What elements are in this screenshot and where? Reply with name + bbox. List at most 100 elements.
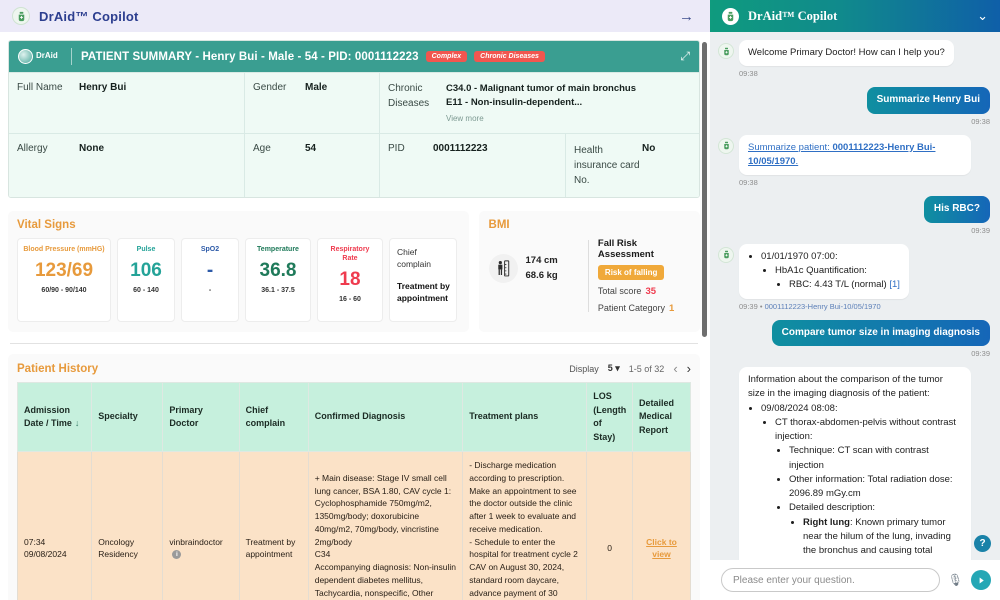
sort-arrow-icon[interactable]: ↓ (75, 418, 80, 428)
chat-message-welcome: Welcome Primary Doctor! How can I help y… (718, 40, 990, 78)
column-los[interactable]: LOS (Length of Stay) (587, 383, 633, 452)
chat-message-summarize-request: Summarize Henry Bui 09:38 (718, 87, 990, 126)
chief-complain-label: Chief complain (397, 246, 450, 271)
column-specialty[interactable]: Specialty (92, 383, 163, 452)
message-text: Welcome Primary Doctor! How can I help y… (739, 40, 954, 66)
field-insurance: Health insurance card No. No (566, 134, 699, 197)
column-confirmed-diagnosis[interactable]: Confirmed Diagnosis (308, 383, 463, 452)
height-value: 174 cm (526, 254, 558, 269)
list-item: Other information: Total radiation dose:… (789, 473, 962, 502)
section-divider (10, 343, 698, 344)
view-more-link[interactable]: View more (446, 113, 636, 125)
divider (588, 240, 589, 312)
list-item: CT thorax-abdomen-pelvis without contras… (775, 416, 962, 560)
click-to-view-link[interactable]: Click to view (646, 537, 677, 560)
external-link-icon[interactable]: ⤢ (680, 49, 690, 64)
patient-summary-header: DrAid PATIENT SUMMARY - Henry Bui - Male… (9, 41, 699, 72)
height-weight-icon (489, 254, 518, 283)
link-prefix: Summarize patient: (748, 142, 832, 153)
field-value: No (642, 143, 655, 188)
patient-category-row: Patient Category1 (598, 303, 691, 314)
rows-per-page-select[interactable]: 5 ▾ (608, 363, 620, 374)
patient-summary-title: PATIENT SUMMARY - Henry Bui - Male - 54 … (81, 51, 419, 63)
microphone-icon[interactable]: 🎙 (948, 573, 963, 587)
column-chief-complain[interactable]: Chief complain (239, 383, 308, 452)
patient-history-table: Admission Date / Time↓ Specialty Primary… (17, 382, 691, 600)
column-admission-date[interactable]: Admission Date / Time↓ (18, 383, 92, 452)
chat-message-list: Welcome Primary Doctor! How can I help y… (710, 32, 1000, 560)
chief-complain-value: Treatment by appointment (397, 280, 450, 305)
app-root: DrAid™ Copilot → DrAid PATIENT SUMMARY -… (0, 0, 1000, 600)
bmi-section: BMI (479, 211, 700, 332)
vital-value: 106 (130, 261, 162, 280)
collapse-right-icon[interactable]: → (679, 9, 698, 24)
summarize-patient-link[interactable]: Summarize patient: 0001112223-Henry Bui-… (748, 142, 935, 167)
citation-ref[interactable]: [1] (889, 279, 900, 290)
left-header-bar: DrAid™ Copilot → (0, 0, 710, 32)
table-row[interactable]: 07:34 09/08/2024 Oncology Residency vinb… (18, 452, 691, 600)
patient-summary-card: DrAid PATIENT SUMMARY - Henry Bui - Male… (8, 40, 700, 198)
patient-history-title: Patient History (17, 363, 98, 375)
cell-primary-doctor: vinbraindoctori (163, 452, 239, 600)
link-suffix: . (796, 156, 799, 167)
chat-header: DrAid™ Copilot ⌄ (710, 0, 1000, 32)
vital-value: - (207, 261, 213, 280)
vital-range: 60 - 140 (133, 287, 159, 294)
chat-message-imaging-result: Information about the comparison of the … (718, 367, 990, 560)
source-citation[interactable]: 0001112223-Henry Bui-10/05/1970 (765, 302, 881, 311)
column-primary-doctor[interactable]: Primary Doctor (163, 383, 239, 452)
message-body: Summarize patient: 0001112223-Henry Bui-… (739, 135, 971, 176)
help-question-icon[interactable]: ? (974, 535, 991, 552)
message-timestamp: 09:38 (739, 178, 990, 187)
message-body: 01/01/1970 07:00: HbA1c Quantification: … (739, 244, 909, 299)
chat-message-rbc-result: 01/01/1970 07:00: HbA1c Quantification: … (718, 244, 990, 311)
pagination-controls: Display 5 ▾ 1-5 of 32 ‹ › (569, 362, 691, 375)
total-score-row: Total score35 (598, 286, 691, 297)
column-detailed-report[interactable]: Detailed Medical Report (632, 383, 690, 452)
chevron-down-icon[interactable]: ⌄ (977, 8, 988, 24)
vital-label: Respiratory Rate (322, 246, 378, 264)
vital-card-spo2: SpO2 - - (181, 238, 239, 322)
vital-card-temperature: Temperature 36.8 36.1 - 37.5 (245, 238, 311, 322)
summary-row-1: Full Name Henry Bui Gender Male Chronic … (9, 72, 699, 133)
field-age: Age 54 (245, 134, 380, 197)
vital-label: Blood Pressure (mmHG) (23, 246, 104, 255)
chat-input-bar: 🎙 (710, 560, 1000, 600)
vital-value: 123/69 (35, 261, 93, 280)
chat-input[interactable] (721, 568, 940, 592)
vital-card-respiratory-rate: Respiratory Rate 18 16 - 60 (317, 238, 383, 322)
status-badge-chronic: Chronic Diseases (474, 51, 545, 62)
field-pid: PID 0001112223 (380, 134, 566, 197)
field-label: Gender (253, 82, 305, 124)
field-label: Allergy (17, 143, 79, 188)
left-scrollbar[interactable] (702, 42, 707, 337)
chronic-line-2: E11 - Non-insulin-dependent... (446, 97, 582, 108)
field-label: Chronic Diseases (388, 82, 446, 124)
field-value: None (79, 143, 104, 188)
vital-range: 16 - 60 (339, 296, 361, 303)
summary-row-2: Allergy None Age 54 PID 0001112223 Healt… (9, 133, 699, 197)
list-item: 09/08/2024 08:08: CT thorax-abdomen-pelv… (761, 402, 962, 561)
message-timestamp: 09:39 (718, 226, 990, 235)
field-gender: Gender Male (245, 73, 380, 133)
vital-cards-list: Blood Pressure (mmHG) 123/69 60/90 - 90/… (17, 238, 460, 322)
vital-label: SpO2 (201, 246, 219, 255)
list-item: 01/01/1970 07:00: HbA1c Quantification: … (761, 250, 900, 293)
range-text: 1-5 of 32 (629, 364, 665, 374)
chevron-right-icon[interactable]: › (687, 362, 691, 375)
field-full-name: Full Name Henry Bui (9, 73, 245, 133)
cell-treatment-plans: - Discharge medication according to pres… (463, 452, 587, 600)
total-score-label: Total score (598, 286, 642, 296)
weight-value: 68.6 kg (526, 269, 558, 284)
send-button[interactable] (971, 570, 991, 590)
field-label: Health insurance card No. (574, 143, 642, 188)
field-chronic-diseases: Chronic Diseases C34.0 - Malignant tumor… (380, 73, 699, 133)
fall-risk-title: Fall Risk Assessment (598, 238, 691, 260)
chevron-left-icon[interactable]: ‹ (673, 362, 677, 375)
vital-card-pulse: Pulse 106 60 - 140 (117, 238, 175, 322)
column-treatment-plans[interactable]: Treatment plans (463, 383, 587, 452)
bot-avatar (718, 43, 734, 59)
info-icon[interactable]: i (172, 550, 181, 559)
cell-chief-complain: Treatment by appointment (239, 452, 308, 600)
left-panel: DrAid™ Copilot → DrAid PATIENT SUMMARY -… (0, 0, 710, 600)
